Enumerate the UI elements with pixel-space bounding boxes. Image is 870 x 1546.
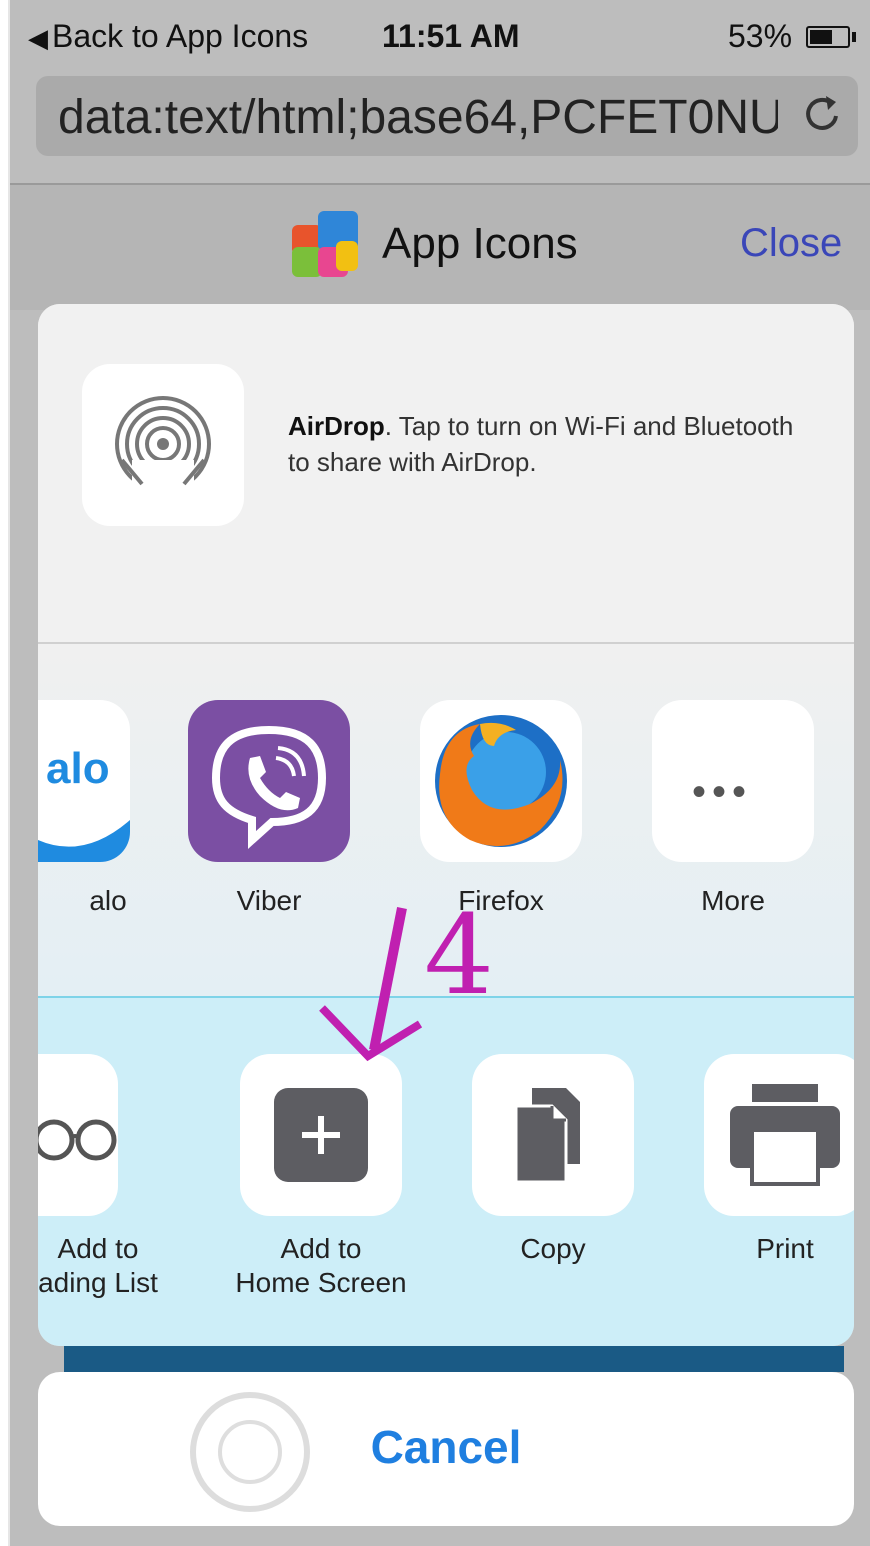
- more-icon: •••: [692, 770, 753, 814]
- action-label-line: Print: [756, 1233, 814, 1264]
- page-title: App Icons: [382, 219, 578, 268]
- action-label-line: Add to: [57, 1233, 139, 1264]
- address-bar[interactable]: data:text/html;base64,PCFET0NU\: [36, 76, 858, 156]
- action-label: Copy: [443, 1232, 663, 1266]
- clock: 11:51 AM: [382, 18, 520, 54]
- battery-icon: [806, 26, 850, 48]
- phone-screen: ◀ Back to App Icons 11:51 AM 53% data:tex…: [8, 0, 870, 1546]
- zalo-icon: alo: [46, 744, 110, 793]
- share-app-zalo[interactable]: alo: [38, 700, 130, 862]
- battery-percent: 53%: [728, 18, 793, 54]
- action-label-line: Add to: [280, 1233, 362, 1264]
- watermark-bulb-icon: [218, 1420, 282, 1484]
- print-icon: [730, 1084, 840, 1186]
- airdrop-section[interactable]: AirDrop. Tap to turn on Wi-Fi and Blueto…: [38, 304, 854, 642]
- viber-icon: [211, 725, 327, 849]
- cancel-label: Cancel: [370, 1421, 522, 1473]
- background-page-strip: [64, 1346, 844, 1372]
- action-label-line: Copy: [520, 1233, 586, 1264]
- action-copy[interactable]: [472, 1054, 634, 1216]
- share-sheet: AirDrop. Tap to turn on Wi-Fi and Blueto…: [38, 304, 854, 1346]
- app-icons-logo-icon: [292, 211, 358, 277]
- action-label: Print: [675, 1232, 854, 1266]
- action-add-to-reading-list[interactable]: [38, 1054, 118, 1216]
- airdrop-title: AirDrop: [288, 411, 385, 441]
- reload-icon[interactable]: [802, 90, 842, 145]
- airdrop-icon[interactable]: [82, 364, 244, 526]
- back-to-app-button[interactable]: ◀ Back to App Icons: [28, 18, 308, 55]
- action-add-to-home-screen[interactable]: [240, 1054, 402, 1216]
- status-bar: ◀ Back to App Icons 11:51 AM 53%: [10, 0, 870, 72]
- airdrop-description: AirDrop. Tap to turn on Wi-Fi and Blueto…: [288, 408, 808, 480]
- action-label: Add to Home Screen: [211, 1232, 431, 1300]
- page-header: App Icons Close: [10, 185, 870, 310]
- copy-icon: [514, 1088, 580, 1184]
- url-text[interactable]: data:text/html;base64,PCFET0NU\: [58, 90, 778, 145]
- annotation-arrow-icon: [319, 907, 423, 1062]
- back-label: Back to App Icons: [52, 18, 309, 54]
- firefox-icon: [435, 715, 567, 847]
- glasses-icon: [38, 1119, 117, 1161]
- battery-tip: [852, 32, 856, 42]
- annotation-step-number: 4: [424, 891, 494, 1019]
- action-label: Add to ading List: [38, 1232, 208, 1300]
- add-square-icon: [274, 1088, 368, 1182]
- action-print[interactable]: [704, 1054, 854, 1216]
- close-button[interactable]: Close: [740, 221, 842, 266]
- share-app-label: More: [701, 885, 765, 916]
- share-app-more[interactable]: •••: [652, 700, 814, 862]
- back-triangle-icon: ◀: [28, 23, 48, 53]
- action-label-line: ading List: [38, 1267, 158, 1298]
- share-app-firefox[interactable]: [420, 700, 582, 862]
- share-actions-row: Add to ading List Add to Home Screen Cop…: [38, 998, 854, 1346]
- cancel-button[interactable]: Cancel: [38, 1372, 854, 1526]
- share-app-viber[interactable]: [188, 700, 350, 862]
- action-label-line: Home Screen: [235, 1267, 407, 1298]
